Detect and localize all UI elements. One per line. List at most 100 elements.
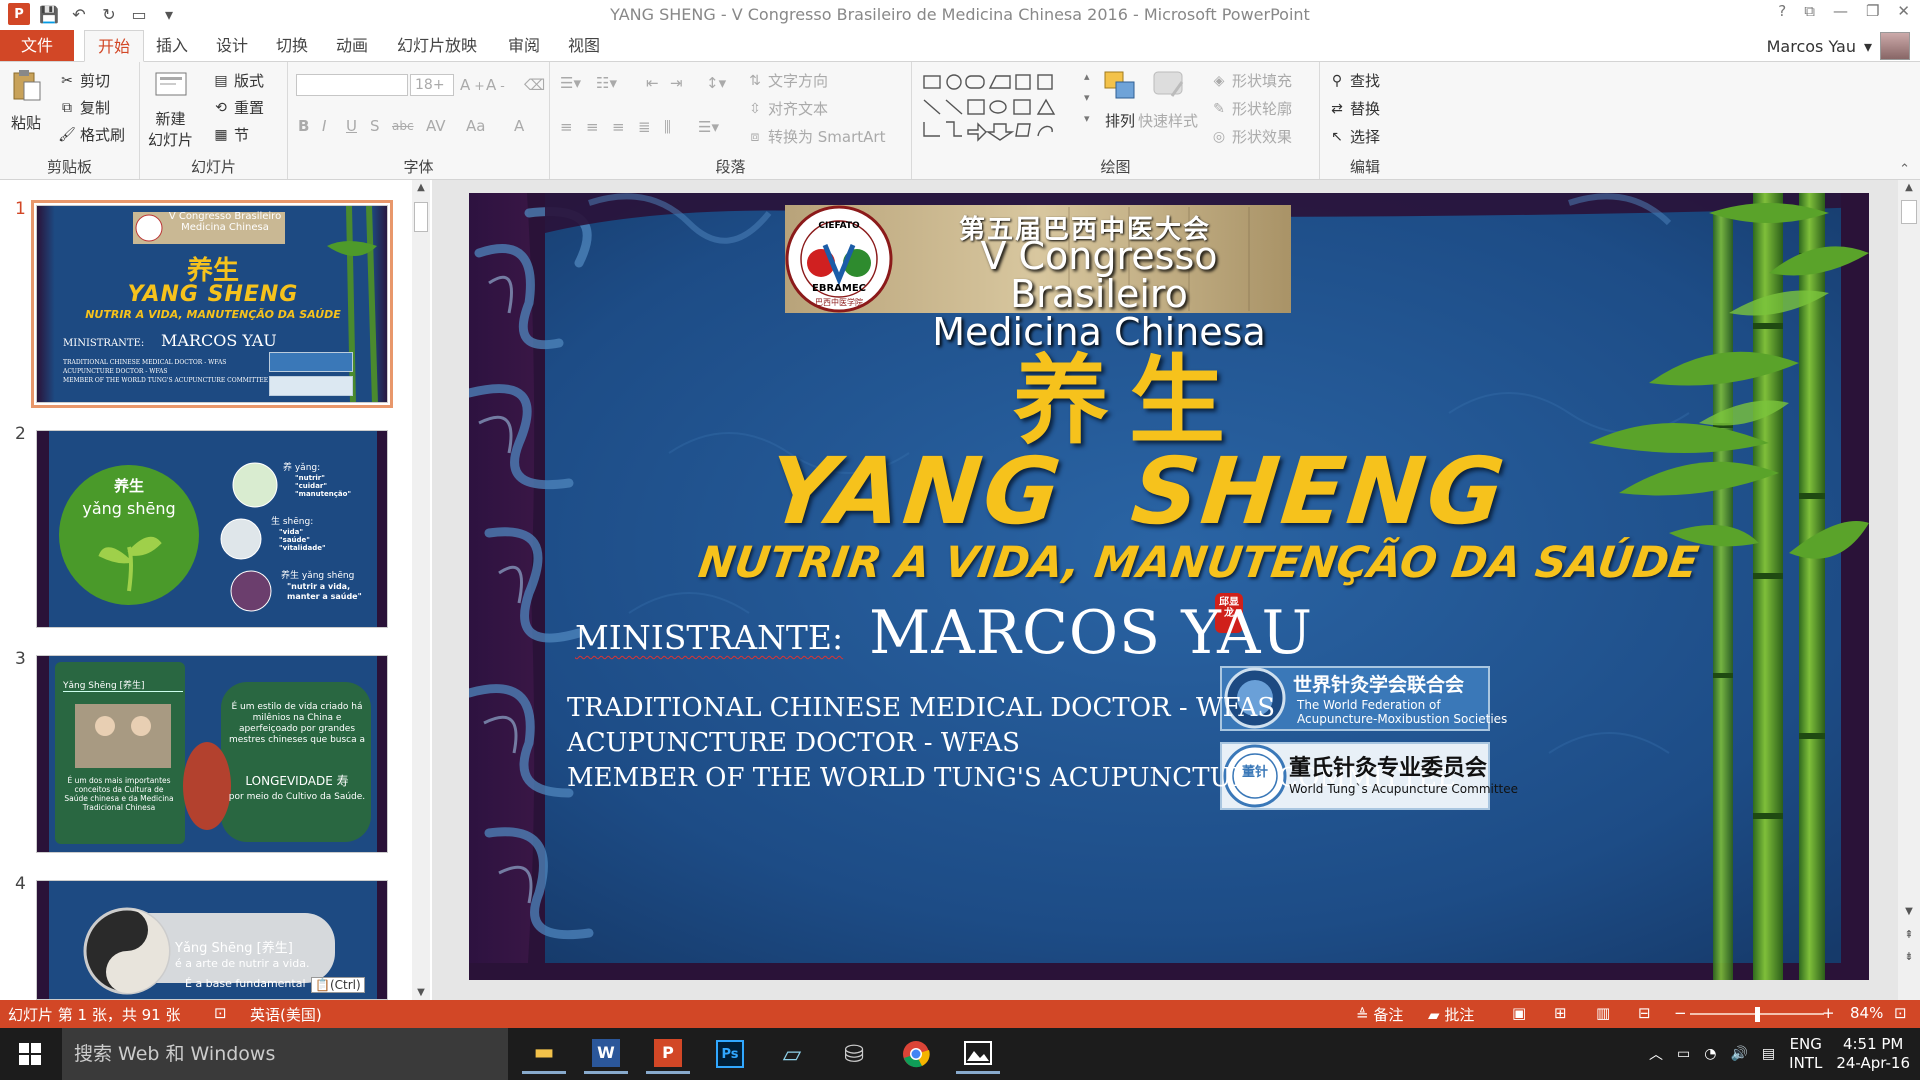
italic-button[interactable]: I [322, 117, 326, 135]
font-name-combo[interactable] [296, 74, 408, 96]
shrink-font-button[interactable]: A- [486, 76, 505, 94]
numbering-icon[interactable]: ☷▾ [596, 74, 617, 92]
paste-button[interactable]: 粘贴 [8, 68, 44, 133]
copy-button[interactable]: ⧉ 复制 [58, 97, 110, 118]
slide-thumbnail-3[interactable]: Yǎng Shēng [养生] É um dos mais importante… [36, 655, 388, 853]
scroll-up-icon[interactable]: ▲ [412, 182, 430, 193]
photos-icon[interactable] [956, 1034, 1000, 1074]
tab-review[interactable]: 审阅 [498, 30, 550, 62]
tab-file[interactable]: 文件 [0, 30, 74, 62]
clock[interactable]: 4:51 PM 24-Apr-16 [1836, 1035, 1910, 1073]
decrease-indent-icon[interactable]: ⇤ [646, 74, 659, 92]
paste-options-tag[interactable]: 📋(Ctrl) [311, 977, 365, 993]
shape-fill-button[interactable]: ◈ 形状填充 [1210, 70, 1292, 91]
shape-effects-button[interactable]: ◎ 形状效果 [1210, 126, 1292, 147]
slide-count[interactable]: 幻灯片 第 1 张，共 91 张 [8, 1004, 180, 1025]
shapes-gallery[interactable] [920, 70, 1088, 142]
tab-slideshow[interactable]: 幻灯片放映 [392, 30, 482, 62]
slide-thumbnail-4[interactable]: Yǎng Shēng [养生] é a arte de nutrir a vid… [36, 880, 388, 1000]
tab-insert[interactable]: 插入 [146, 30, 198, 62]
reset-button[interactable]: ⟲ 重置 [212, 97, 264, 118]
paragraph-align-icon[interactable]: ☰▾ [698, 118, 719, 136]
volume-icon[interactable]: 🔊 [1730, 1046, 1747, 1062]
tab-animations[interactable]: 动画 [326, 30, 378, 62]
new-slide-button[interactable]: 新建 幻灯片 [148, 68, 193, 150]
tab-home[interactable]: 开始 [84, 30, 144, 62]
normal-view-icon[interactable]: ▣ [1512, 1004, 1526, 1022]
shadow-button[interactable]: S [370, 117, 380, 135]
notepad-icon[interactable]: ▱ [770, 1034, 814, 1074]
comments-button[interactable]: ▰ 批注 [1428, 1004, 1474, 1025]
columns-icon[interactable]: ⫼ [664, 118, 671, 136]
slide-title[interactable]: YANG SHENG [763, 438, 1511, 545]
minister-name[interactable]: MARCOS YAU [869, 598, 1313, 668]
spellcheck-icon[interactable]: ⊡ [214, 1004, 227, 1022]
slideshow-view-icon[interactable]: ⊟ [1638, 1004, 1651, 1022]
input-language[interactable]: ENG INTL [1789, 1035, 1822, 1073]
photoshop-icon[interactable]: Ps [708, 1034, 752, 1074]
increase-indent-icon[interactable]: ⇥ [670, 74, 683, 92]
smartart-button[interactable]: ⧈ 转换为 SmartArt [746, 126, 886, 147]
align-center-icon[interactable]: ≡ [586, 118, 599, 136]
file-explorer-icon[interactable]: ▬ [522, 1034, 566, 1074]
line-spacing-icon[interactable]: ↕▾ [706, 74, 726, 92]
clear-format-icon[interactable]: ⌫ [524, 76, 545, 94]
chrome-icon[interactable] [894, 1034, 938, 1074]
start-button[interactable] [0, 1028, 60, 1080]
battery-icon[interactable]: ▭ [1677, 1046, 1690, 1062]
minister-label[interactable]: MINISTRANTE: [575, 618, 843, 657]
slide-thumbnail-2[interactable]: 养生 yǎng shēng 养 yǎng: "nutrir" "cuidar" "m… [36, 430, 388, 628]
tab-design[interactable]: 设计 [206, 30, 258, 62]
collapse-ribbon-icon[interactable]: ⌃ [1899, 162, 1910, 177]
tray-overflow-icon[interactable]: ︿ [1649, 1044, 1663, 1064]
restore-button[interactable]: ❐ [1866, 2, 1879, 20]
strikethrough-button[interactable]: abc [392, 119, 414, 133]
select-button[interactable]: ↖ 选择 [1328, 126, 1380, 147]
zoom-level[interactable]: 84% [1850, 1004, 1883, 1022]
zoom-in-button[interactable]: + [1822, 1004, 1835, 1022]
shape-outline-button[interactable]: ✎ 形状轮廓 [1210, 98, 1292, 119]
next-slide-icon[interactable]: ⇟ [1898, 950, 1920, 963]
reading-view-icon[interactable]: ▥ [1596, 1004, 1610, 1022]
ribbon-display-button[interactable]: ⧉ [1804, 2, 1815, 20]
minimize-button[interactable]: — [1833, 2, 1848, 20]
zoom-out-button[interactable]: − [1674, 1004, 1687, 1022]
notes-button[interactable]: ≜ 备注 [1356, 1004, 1403, 1025]
word-icon[interactable]: W [584, 1034, 628, 1074]
tab-transitions[interactable]: 切换 [266, 30, 318, 62]
help-button[interactable]: ? [1778, 2, 1786, 20]
language-indicator[interactable]: 英语(美国) [250, 1004, 322, 1025]
bullets-icon[interactable]: ☰▾ [560, 74, 581, 92]
format-painter-button[interactable]: 🖌 格式刷 [58, 124, 125, 145]
user-account[interactable]: Marcos Yau ▾ [1767, 32, 1910, 60]
cut-button[interactable]: ✂ 剪切 [58, 70, 110, 91]
find-button[interactable]: ⚲ 查找 [1328, 70, 1380, 91]
current-slide[interactable]: 第五届巴西中医大会 V Congresso Brasileiro Medicin… [469, 193, 1869, 980]
slide-thumbnail-1[interactable]: V Congresso Brasileiro Medicina Chinesa … [31, 200, 393, 408]
font-color-button[interactable]: A [514, 117, 524, 135]
thumbnail-scrollbar[interactable]: ▲ ▼ [412, 180, 430, 1000]
fit-to-window-icon[interactable]: ⊡ [1894, 1004, 1907, 1022]
powerpoint-icon[interactable]: P [646, 1034, 690, 1074]
slide-sorter-icon[interactable]: ⊞ [1554, 1004, 1567, 1022]
previous-slide-icon[interactable]: ⇞ [1898, 928, 1920, 941]
tab-view[interactable]: 视图 [558, 30, 610, 62]
layout-button[interactable]: ▤ 版式 [212, 70, 264, 91]
scrollbar-thumb[interactable] [1901, 200, 1917, 224]
align-left-icon[interactable]: ≡ [560, 118, 573, 136]
shapes-gallery-scroll[interactable]: ▴ ▾ ▾ [1084, 70, 1090, 125]
section-button[interactable]: ▦ 节 [212, 124, 249, 145]
align-text-button[interactable]: ⇳ 对齐文本 [746, 98, 828, 119]
editor-scrollbar[interactable]: ▲ ▼ ⇞ ⇟ [1898, 180, 1920, 1000]
slide-subtitle[interactable]: NUTRIR A VIDA, MANUTENÇÃO DA SAÚDE [695, 538, 1701, 588]
bold-button[interactable]: B [298, 117, 309, 135]
avatar[interactable] [1880, 32, 1910, 60]
quick-styles-button[interactable]: 快速样式 [1138, 68, 1198, 131]
underline-button[interactable]: U [346, 117, 357, 135]
scroll-down-icon[interactable]: ▼ [1898, 906, 1920, 917]
scroll-down-icon[interactable]: ▼ [412, 987, 430, 998]
align-right-icon[interactable]: ≡ [612, 118, 625, 136]
justify-icon[interactable]: ≣ [638, 118, 651, 136]
search-input[interactable]: 搜索 Web 和 Windows [62, 1028, 508, 1080]
notification-icon[interactable]: ▤ [1762, 1046, 1775, 1062]
